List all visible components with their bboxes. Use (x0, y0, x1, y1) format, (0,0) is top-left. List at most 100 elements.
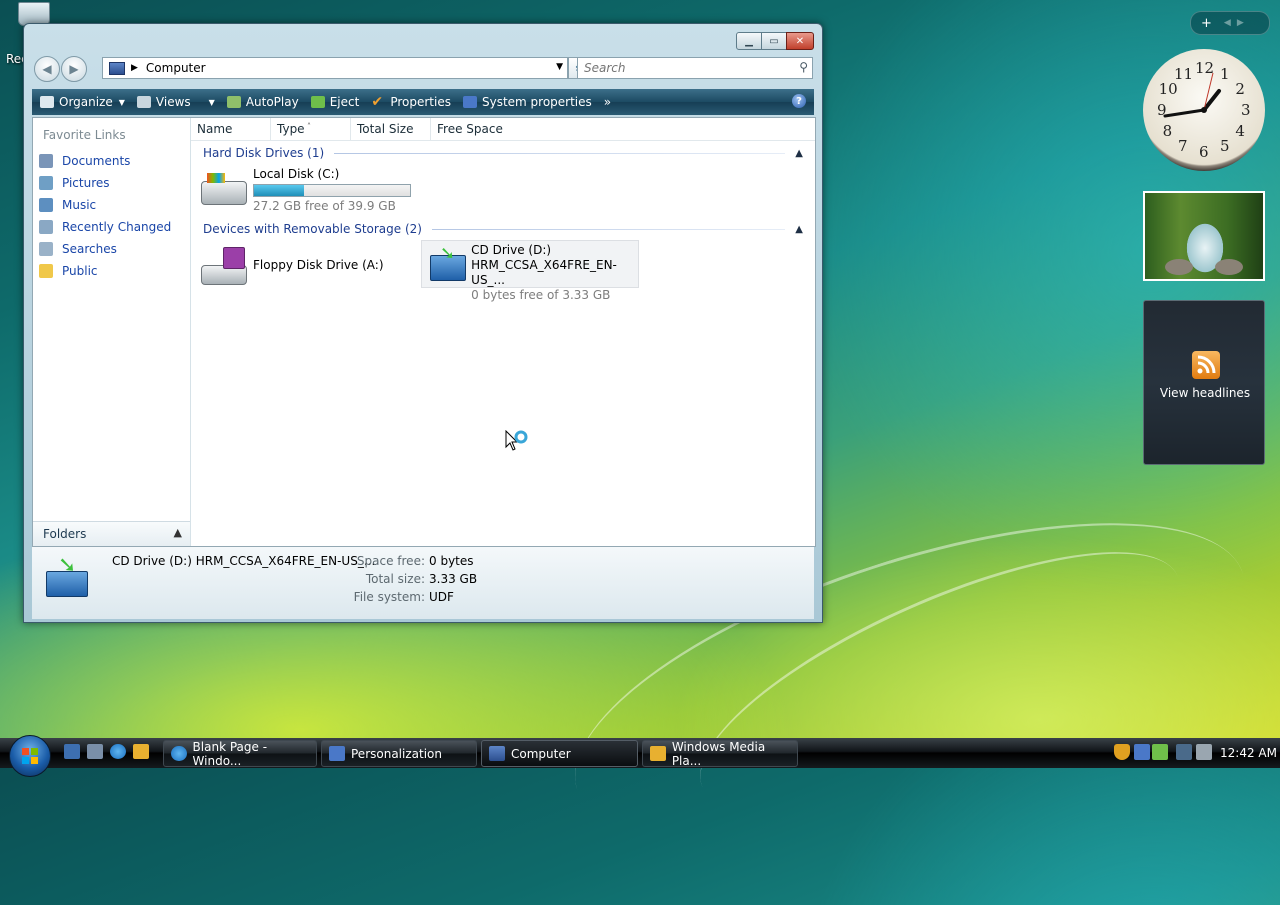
pictures-icon (39, 176, 53, 190)
back-arrow-icon: ◀ (42, 62, 52, 76)
link-pictures[interactable]: Pictures (39, 172, 171, 194)
address-dropdown-icon[interactable]: ▼ (556, 62, 563, 72)
link-label: Music (62, 198, 97, 212)
network-icon[interactable] (1134, 744, 1150, 760)
help-icon[interactable]: ? (792, 94, 806, 108)
link-recently-changed[interactable]: Recently Changed (39, 216, 171, 238)
file-list-pane: Name Type ˄ Total Size Free Space Hard Di… (191, 118, 815, 546)
link-label: Recently Changed (62, 220, 172, 234)
breadcrumb-computer[interactable]: Computer (146, 61, 206, 75)
task-label: Windows Media Pla... (671, 739, 766, 768)
drive-c[interactable]: Local Disk (C:) 27.2 GB free of 39.9 GB (199, 167, 411, 214)
volume-muted-icon[interactable] (1196, 744, 1212, 760)
taskbar-item-computer[interactable]: Computer (481, 740, 638, 767)
folders-toggle[interactable]: Folders ▲ (33, 521, 190, 546)
previous-page-icon[interactable]: ◀ (1224, 18, 1231, 28)
taskbar-item-personalization[interactable]: Personalization (321, 740, 477, 767)
folders-label: Folders (43, 527, 87, 541)
system-properties-label: System properties (481, 95, 592, 109)
details-pane: ➘ CD Drive (D:) HRM_CCSA_X64FRE_EN-US_..… (32, 547, 814, 619)
search-input[interactable] (582, 60, 786, 76)
sort-indicator-icon: ˄ (307, 122, 311, 131)
forward-arrow-icon: ▶ (69, 62, 79, 76)
views-button[interactable]: Views ▼ (131, 89, 221, 115)
eject-icon (310, 96, 325, 108)
autoplay-button[interactable]: AutoPlay (221, 89, 305, 115)
link-documents[interactable]: Documents (39, 150, 171, 172)
add-gadget-icon[interactable]: + (1201, 16, 1212, 31)
search-box[interactable]: ⚲ (577, 57, 813, 79)
computer-icon (109, 61, 125, 75)
link-music[interactable]: Music (39, 194, 171, 216)
feed-headlines-gadget[interactable]: View headlines (1143, 300, 1265, 465)
collapse-icon[interactable]: ▲ (795, 224, 803, 235)
collapse-icon[interactable]: ▲ (795, 148, 803, 159)
search-icon[interactable]: ⚲ (799, 60, 808, 74)
group-removable-storage[interactable]: Devices with Removable Storage (2) ▲ (203, 220, 803, 238)
group-label: Devices with Removable Storage (2) (203, 222, 422, 236)
view-headlines-link[interactable]: View headlines (1144, 386, 1266, 400)
maximize-icon: ▭ (769, 35, 779, 47)
personalization-icon (329, 746, 345, 761)
properties-button[interactable]: ✔ Properties (365, 89, 457, 115)
address-bar[interactable]: ▶ Computer ▼ (102, 57, 568, 79)
column-name[interactable]: Name (191, 118, 271, 140)
drive-d[interactable]: ➘ CD Drive (D:) HRM_CCSA_X64FRE_EN-US_..… (421, 240, 639, 302)
link-label: Public (62, 264, 98, 278)
organize-label: Organize (59, 95, 113, 109)
show-desktop-icon[interactable] (64, 744, 80, 759)
drive-a[interactable]: Floppy Disk Drive (A:) (199, 242, 384, 288)
link-label: Documents (62, 154, 131, 168)
taskbar-item-media-player[interactable]: Windows Media Pla... (642, 739, 798, 768)
security-shield-icon[interactable] (1114, 744, 1130, 760)
column-headers: Name Type ˄ Total Size Free Space (191, 118, 815, 141)
close-button[interactable]: ✕ (786, 32, 814, 50)
busy-cursor-icon (505, 429, 528, 456)
maximize-button[interactable]: ▭ (761, 32, 787, 50)
group-hard-disk-drives[interactable]: Hard Disk Drives (1) ▲ (203, 144, 803, 162)
clock-gadget[interactable]: 12 1 2 3 4 5 6 7 8 9 10 11 (1143, 49, 1265, 171)
column-type[interactable]: Type ˄ (271, 118, 351, 140)
folder-icon (39, 264, 53, 278)
media-player-icon[interactable] (133, 744, 149, 759)
internet-explorer-icon (171, 746, 187, 761)
photo-detail (1215, 259, 1243, 275)
forward-button[interactable]: ▶ (61, 56, 87, 82)
network-disconnected-icon[interactable] (1176, 744, 1192, 760)
start-button[interactable] (9, 735, 51, 777)
cd-drive-large-icon: ➘ (44, 555, 88, 597)
favorite-links-list: Documents Pictures Music Recently Change… (39, 150, 171, 282)
link-searches[interactable]: Searches (39, 238, 171, 260)
taskbar-item-blank-page[interactable]: Blank Page - Windo... (163, 739, 317, 768)
drive-c-usage-fill (254, 185, 304, 196)
eject-button[interactable]: Eject (305, 89, 366, 115)
details-properties: Space free: 0 bytes Total size: 3.33 GB Fi… (332, 554, 477, 608)
next-page-icon[interactable]: ▶ (1237, 18, 1244, 28)
more-commands-button[interactable]: » (598, 89, 617, 115)
views-label: Views (155, 95, 191, 109)
slideshow-gadget[interactable] (1143, 191, 1265, 281)
properties-label: Properties (390, 95, 451, 109)
internet-explorer-icon[interactable] (110, 744, 126, 759)
autoplay-label: AutoPlay (245, 95, 299, 109)
switch-windows-icon[interactable] (87, 744, 103, 759)
drive-d-free: 0 bytes free of 3.33 GB (471, 288, 611, 302)
drive-d-name: CD Drive (D:) (471, 243, 552, 257)
drive-c-usage-bar (253, 184, 411, 197)
minimize-button[interactable]: ▁ (736, 32, 762, 50)
column-total-size[interactable]: Total Size (351, 118, 431, 140)
breadcrumb-chevron-icon[interactable]: ▶ (131, 63, 138, 73)
task-label: Blank Page - Windo... (192, 739, 268, 768)
drive-c-name: Local Disk (C:) (253, 167, 340, 181)
computer-icon (489, 746, 505, 761)
navigation-row: ◀ ▶ ▶ Computer ▼ ⇆ ⚲ (32, 56, 814, 82)
task-label: Personalization (351, 746, 442, 761)
system-properties-button[interactable]: System properties (457, 89, 598, 115)
organize-button[interactable]: Organize ▼ (32, 89, 131, 115)
back-button[interactable]: ◀ (34, 56, 60, 82)
safely-remove-icon[interactable] (1152, 744, 1168, 760)
column-free-space[interactable]: Free Space (431, 118, 511, 140)
clock-time[interactable]: 12:42 AM (1220, 746, 1277, 760)
explorer-content: Favorite Links Documents Pictures Music … (32, 117, 816, 547)
link-public[interactable]: Public (39, 260, 171, 282)
